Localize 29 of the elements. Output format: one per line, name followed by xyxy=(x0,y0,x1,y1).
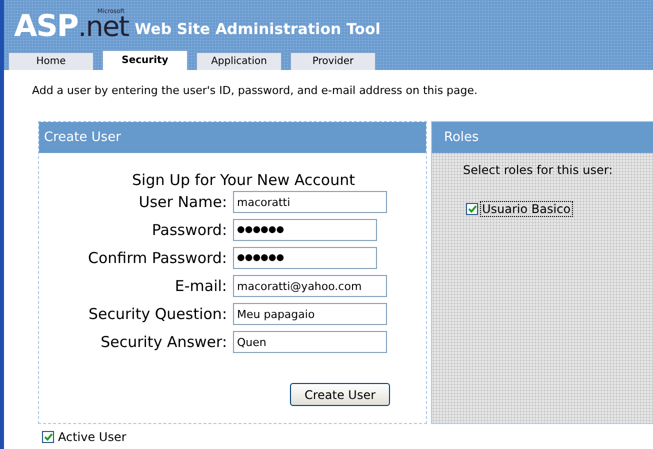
input-field[interactable]: Meu papagaio xyxy=(233,303,387,325)
logo-text: ASP xyxy=(14,12,78,42)
field-label: Confirm Password: xyxy=(86,249,227,267)
logo-text: .net xyxy=(78,12,129,42)
roles-prompt: Select roles for this user: xyxy=(462,162,614,177)
field-label: User Name: xyxy=(138,193,227,211)
role-label[interactable]: Usuario Basico xyxy=(480,201,573,217)
field-label: Password: xyxy=(150,221,227,239)
input-field[interactable]: Quen xyxy=(233,331,387,353)
tab[interactable]: Application xyxy=(196,52,282,70)
checkbox[interactable] xyxy=(42,431,54,443)
tab[interactable]: Home xyxy=(8,52,94,70)
tab[interactable]: Security xyxy=(102,50,188,70)
field-label: Security Question: xyxy=(87,305,227,323)
panel-title: Roles xyxy=(432,122,653,153)
input-field[interactable]: macoratti xyxy=(233,191,387,213)
form-heading: Sign Up for Your New Account xyxy=(131,170,356,189)
checkbox-label[interactable]: Active User xyxy=(58,430,126,444)
create-user-button[interactable]: Create User xyxy=(290,383,390,406)
checkbox[interactable] xyxy=(466,203,478,215)
field-label: Security Answer: xyxy=(100,333,227,351)
field-label: E-mail: xyxy=(174,277,227,295)
tab[interactable]: Provider xyxy=(290,52,376,70)
intro-text: Add a user by entering the user's ID, password, and e-mail address on this page. xyxy=(31,83,479,99)
input-field[interactable]: macoratti@yahoo.com xyxy=(233,275,387,297)
password-field[interactable]: ●●●●●● xyxy=(233,247,377,269)
panel-title: Create User xyxy=(39,122,426,153)
password-field[interactable]: ●●●●●● xyxy=(233,219,377,241)
app-title: Web Site Administration Tool xyxy=(134,20,380,38)
